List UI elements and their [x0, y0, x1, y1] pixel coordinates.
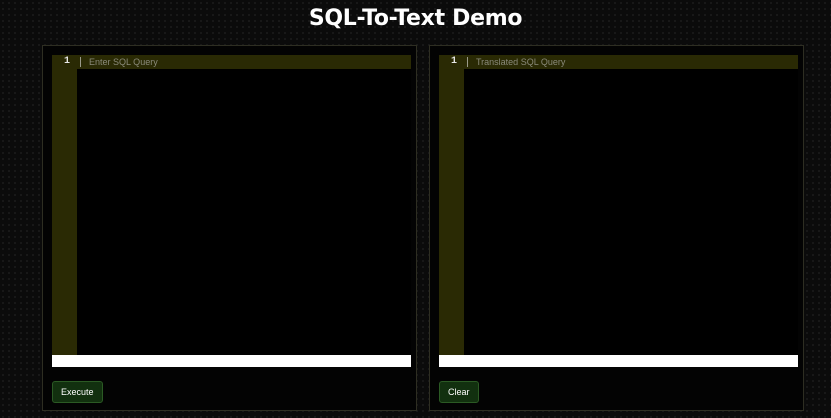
- translation-editor[interactable]: 1: [439, 55, 798, 355]
- app-page: SQL-To-Text Demo 1 Execute 1 Clear: [0, 0, 831, 418]
- line-number: 1: [450, 56, 457, 67]
- execute-button[interactable]: Execute: [52, 381, 103, 403]
- line-gutter: [439, 55, 464, 355]
- translation-output-panel: 1 Clear: [429, 45, 804, 411]
- output-status-bar: [439, 355, 798, 367]
- sql-editor[interactable]: 1: [52, 55, 411, 355]
- cursor-line: [467, 57, 468, 67]
- line-gutter: [52, 55, 77, 355]
- sql-query-input[interactable]: [89, 55, 407, 69]
- input-status-bar: [52, 355, 411, 367]
- line-number: 1: [63, 56, 70, 67]
- translated-query-output[interactable]: [476, 55, 794, 69]
- clear-button[interactable]: Clear: [439, 381, 479, 403]
- cursor-line: [80, 57, 81, 67]
- page-title: SQL-To-Text Demo: [308, 6, 523, 31]
- sql-input-panel: 1 Execute: [42, 45, 417, 411]
